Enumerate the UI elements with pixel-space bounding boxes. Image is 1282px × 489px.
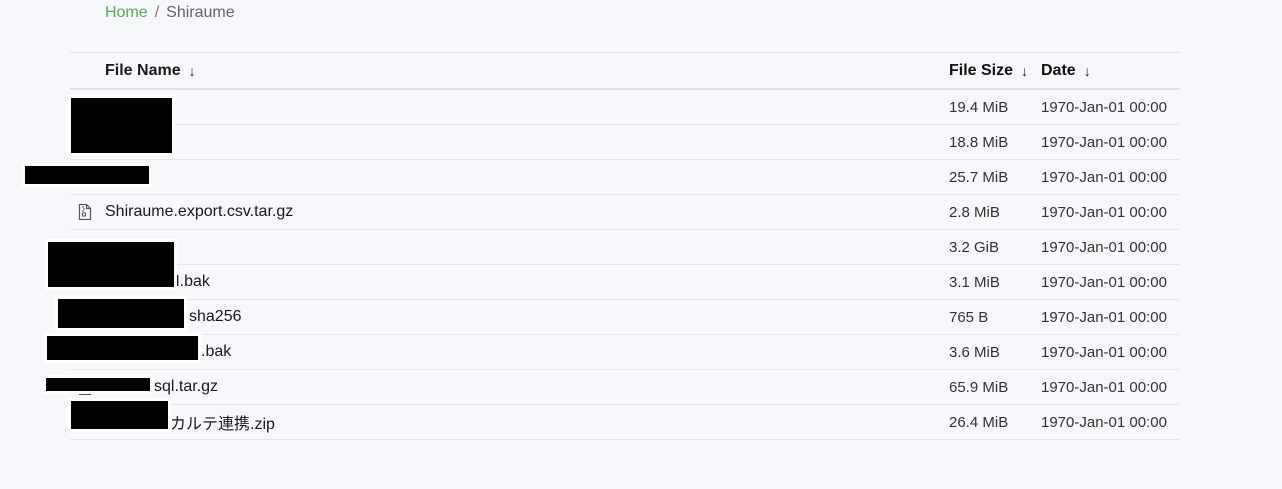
redaction-block	[22, 163, 152, 187]
file-date: 1970-Jan-01 00:00	[1041, 98, 1167, 116]
file-size: 3.1 MiB	[949, 273, 1000, 291]
redaction-block	[45, 239, 177, 290]
column-header-date[interactable]: Date ↓	[1041, 53, 1091, 88]
redaction-block	[43, 375, 153, 394]
file-browser-page: Home / Shiraume File Name ↓ File Size ↓ Da…	[0, 0, 1282, 489]
breadcrumb: Home / Shiraume	[105, 4, 235, 22]
sort-by-size-link[interactable]: File Size	[949, 62, 1013, 80]
file-date: 1970-Jan-01 00:00	[1041, 133, 1167, 151]
redaction-block	[55, 296, 187, 331]
file-name-link[interactable]: sql.tar.gz	[154, 370, 218, 404]
file-size: 26.4 MiB	[949, 413, 1009, 431]
table-row[interactable]: :_OPTION.bak 3.1 MiB 1970-Jan-01 00:00	[70, 265, 1180, 300]
file-date: 1970-Jan-01 00:00	[1041, 378, 1167, 396]
file-listing-table: File Name ↓ File Size ↓ Date ↓ .zip 19.4…	[70, 52, 1180, 440]
file-size: 765 B	[949, 308, 989, 326]
sort-by-name-link[interactable]: File Name	[105, 62, 181, 80]
file-name-link[interactable]: sha256	[189, 300, 242, 334]
file-size: 25.7 MiB	[949, 168, 1009, 186]
file-date: 1970-Jan-01 00:00	[1041, 413, 1167, 431]
file-size: 65.9 MiB	[949, 378, 1009, 396]
breadcrumb-current: Shiraume	[166, 4, 235, 21]
sort-arrow-icon: ↓	[188, 62, 196, 79]
file-size: 18.8 MiB	[949, 133, 1009, 151]
table-row[interactable]: )B.accdb 18.8 MiB 1970-Jan-01 00:00	[70, 125, 1180, 160]
redaction-block	[44, 333, 201, 363]
table-row[interactable]: Shiraume.export.csv.tar.gz 2.8 MiB 1970-…	[70, 195, 1180, 230]
sort-arrow-icon: ↓	[1021, 62, 1029, 79]
table-row[interactable]: :.bak 3.2 GiB 1970-Jan-01 00:00	[70, 230, 1180, 265]
file-date: 1970-Jan-01 00:00	[1041, 308, 1167, 326]
table-row[interactable]: .tar.gz 25.7 MiB 1970-Jan-01 00:00	[70, 160, 1180, 195]
breadcrumb-home-link[interactable]: Home	[105, 4, 148, 21]
file-size: 3.2 GiB	[949, 238, 1000, 256]
file-name-link[interactable]: Shiraume.export.csv.tar.gz	[105, 195, 293, 229]
redaction-block	[68, 95, 175, 156]
table-row[interactable]: .zip 19.4 MiB 1970-Jan-01 00:00	[70, 90, 1180, 125]
table-row[interactable]: sql.tar.gz 65.9 MiB 1970-Jan-01 00:00	[70, 370, 1180, 405]
file-date: 1970-Jan-01 00:00	[1041, 238, 1167, 256]
table-row[interactable]: カルテ連携.zip 26.4 MiB 1970-Jan-01 00:00	[70, 405, 1180, 440]
table-row[interactable]: .bak 3.6 MiB 1970-Jan-01 00:00	[70, 335, 1180, 370]
table-row[interactable]: sha256 765 B 1970-Jan-01 00:00	[70, 300, 1180, 335]
file-size: 3.6 MiB	[949, 343, 1000, 361]
breadcrumb-separator: /	[154, 4, 160, 21]
file-date: 1970-Jan-01 00:00	[1041, 273, 1167, 291]
column-header-size[interactable]: File Size ↓	[949, 53, 1028, 88]
column-header-name[interactable]: File Name ↓	[105, 53, 196, 88]
file-name-link[interactable]: .bak	[201, 335, 231, 369]
file-name-link[interactable]: カルテ連携.zip	[170, 405, 275, 439]
redaction-block	[68, 398, 171, 432]
sort-arrow-icon: ↓	[1083, 62, 1091, 79]
archive-icon	[76, 195, 94, 229]
file-size: 2.8 MiB	[949, 203, 1000, 221]
sort-by-date-link[interactable]: Date	[1041, 62, 1076, 80]
file-date: 1970-Jan-01 00:00	[1041, 168, 1167, 186]
file-date: 1970-Jan-01 00:00	[1041, 203, 1167, 221]
file-size: 19.4 MiB	[949, 98, 1009, 116]
table-header-row: File Name ↓ File Size ↓ Date ↓	[70, 53, 1180, 90]
file-date: 1970-Jan-01 00:00	[1041, 343, 1167, 361]
